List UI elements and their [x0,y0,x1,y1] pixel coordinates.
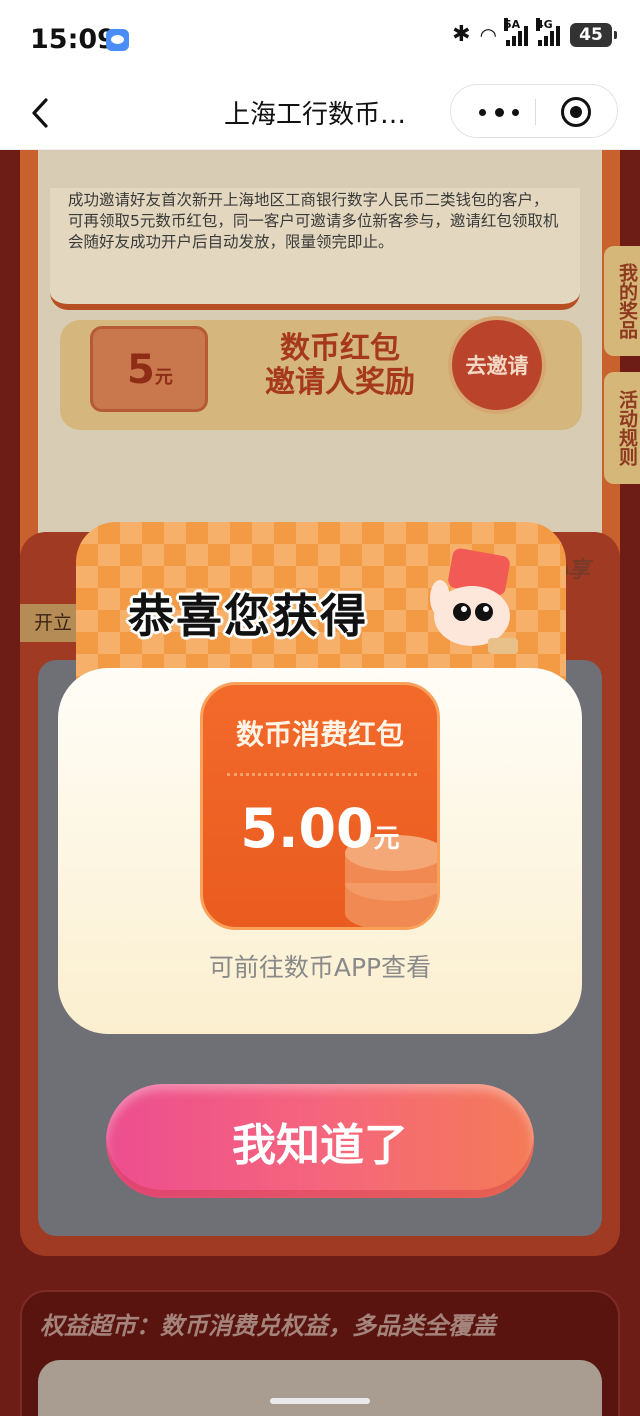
got-it-button[interactable]: 我知道了 [106,1084,534,1198]
reward-title: 数币红包 邀请人奖励 [265,331,415,400]
more-options-icon[interactable] [479,102,519,122]
bluetooth-icon: ✱ [452,22,471,47]
dialog-title: 恭喜您获得 [128,589,368,643]
red-packet-title: 数币消费红包 [235,718,404,751]
red-packet-divider [227,773,417,776]
close-miniprogram-icon[interactable] [561,97,591,127]
capsule-menu [450,84,618,138]
capsule-divider [535,99,536,125]
benefits-market-title: 权益超市：数币消费兑权益，多品类全覆盖 [40,1312,496,1340]
home-indicator[interactable] [270,1398,370,1404]
go-invite-button[interactable]: 去邀请 [448,316,546,414]
signal-4g-icon: 4G [536,17,560,46]
status-time: 15:09 [30,24,116,55]
red-packet-card: 数币消费红包 5.00元 [200,682,440,930]
dialog-subtitle: 可前往数币APP查看 [208,953,432,982]
benefits-market-inner [38,1360,602,1416]
voucher-amount: 5元 [127,347,173,393]
wifi-icon: ◠ [480,22,496,47]
signal-5a-icon: 5A [504,17,528,46]
message-notification-icon [106,29,129,51]
status-bar: 15:09 ✱ ◠ 5A 4G 45 [0,0,640,78]
red-packet-amount: 5.00元 [240,797,400,860]
voucher-ticket: 5元 [90,326,208,412]
mini-program-nav-bar: 上海工行数币… [0,78,640,150]
mascot-hand-icon [430,548,518,654]
my-prizes-tab[interactable]: 我的奖品 [604,246,640,356]
status-icons: ✱ ◠ 5A 4G 45 [452,17,617,47]
invite-reward-row: 5元 数币红包 邀请人奖励 去邀请 [60,316,582,430]
activity-rules-tab[interactable]: 活动规则 [604,372,640,484]
invite-description: 成功邀请好友首次新开上海地区工商银行数字人民币二类钱包的客户，可再领取5元数币红… [50,188,580,310]
battery-icon: 45 [570,22,617,47]
